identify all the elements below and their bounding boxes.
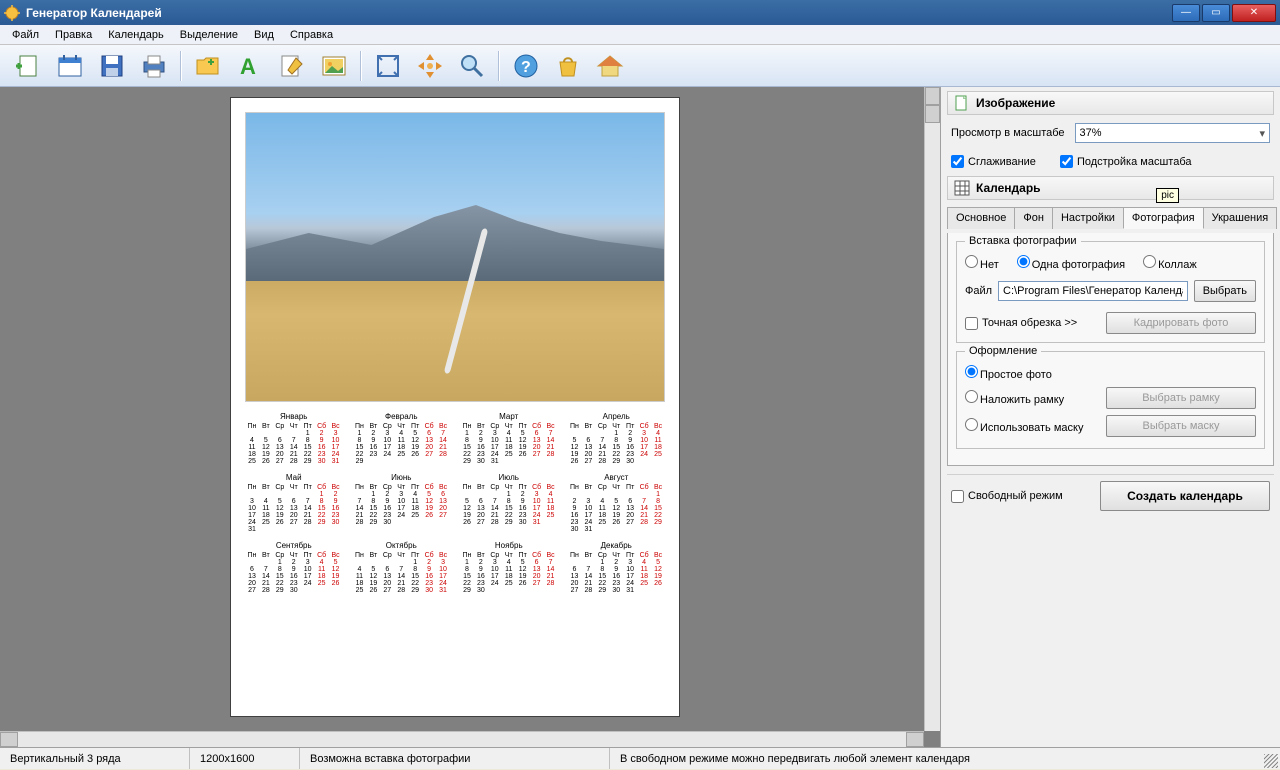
zoom-button[interactable] bbox=[452, 48, 492, 84]
side-panel: Изображение Просмотр в масштабе 37% Сгла… bbox=[940, 87, 1280, 747]
vertical-scrollbar[interactable] bbox=[924, 87, 940, 731]
calendar-section-header: Календарь bbox=[947, 176, 1274, 200]
tab-decorations[interactable]: Украшения bbox=[1203, 207, 1278, 229]
folder-icon bbox=[194, 52, 222, 80]
save-icon bbox=[98, 52, 126, 80]
menu-bar: Файл Правка Календарь Выделение Вид Спра… bbox=[0, 25, 1280, 45]
image-button[interactable] bbox=[314, 48, 354, 84]
move-button[interactable] bbox=[410, 48, 450, 84]
calendar-tool-button[interactable] bbox=[50, 48, 90, 84]
calendar-icon bbox=[56, 52, 84, 80]
insert-group-title: Вставка фотографии bbox=[965, 235, 1081, 247]
radio-apply-frame[interactable]: Наложить рамку bbox=[965, 390, 1064, 406]
calendar-grid: ЯнварьПнВтСрЧтПтСбВс12345678910111213141… bbox=[245, 412, 665, 594]
insert-photo-group: Вставка фотографии Нет Одна фотография К… bbox=[956, 241, 1265, 343]
menu-calendar[interactable]: Календарь bbox=[100, 27, 172, 43]
radio-none[interactable]: Нет bbox=[965, 255, 999, 271]
fit-button[interactable] bbox=[368, 48, 408, 84]
style-group-title: Оформление bbox=[965, 345, 1041, 357]
calendar-section-title: Календарь bbox=[976, 181, 1041, 195]
tab-settings[interactable]: Настройки bbox=[1052, 207, 1124, 229]
title-bar: Генератор Календарей — ▭ ✕ bbox=[0, 0, 1280, 25]
menu-edit[interactable]: Правка bbox=[47, 27, 100, 43]
new-button[interactable] bbox=[8, 48, 48, 84]
choose-mask-button[interactable]: Выбрать маску bbox=[1106, 415, 1256, 437]
close-button[interactable]: ✕ bbox=[1232, 4, 1276, 22]
svg-text:A: A bbox=[240, 54, 256, 79]
free-mode-checkbox[interactable]: Свободный режим bbox=[951, 490, 1063, 503]
radio-use-mask[interactable]: Использовать маску bbox=[965, 418, 1083, 434]
window-controls: — ▭ ✕ bbox=[1172, 4, 1276, 22]
antialias-checkbox[interactable]: Сглаживание bbox=[951, 155, 1036, 168]
tabs: Основное Фон Настройки Фотография Украше… bbox=[947, 206, 1274, 229]
menu-help[interactable]: Справка bbox=[282, 27, 341, 43]
help-icon: ? bbox=[512, 52, 540, 80]
crop-button[interactable]: Кадрировать фото bbox=[1106, 312, 1256, 334]
calendar-photo bbox=[245, 112, 665, 402]
canvas-area[interactable]: ЯнварьПнВтСрЧтПтСбВс12345678910111213141… bbox=[0, 87, 940, 747]
new-icon bbox=[14, 52, 42, 80]
exact-crop-checkbox[interactable]: Точная обрезка >> bbox=[965, 317, 1077, 330]
tab-main[interactable]: Основное bbox=[947, 207, 1015, 229]
edit-icon bbox=[278, 52, 306, 80]
menu-view[interactable]: Вид bbox=[246, 27, 282, 43]
maximize-button[interactable]: ▭ bbox=[1202, 4, 1230, 22]
page-icon bbox=[954, 95, 970, 111]
tab-photo[interactable]: Фотография bbox=[1123, 207, 1204, 229]
svg-text:?: ? bbox=[521, 59, 531, 76]
status-bar: Вертикальный 3 ряда 1200x1600 Возможна в… bbox=[0, 747, 1280, 769]
fit-scale-checkbox[interactable]: Подстройка масштаба bbox=[1060, 155, 1192, 168]
style-group: Оформление Простое фото Наложить рамку В… bbox=[956, 351, 1265, 449]
print-button[interactable] bbox=[134, 48, 174, 84]
image-section-header: Изображение bbox=[947, 91, 1274, 115]
file-label: Файл bbox=[965, 285, 992, 297]
image-section-title: Изображение bbox=[976, 96, 1055, 110]
save-button[interactable] bbox=[92, 48, 132, 84]
text-icon: A bbox=[236, 52, 264, 80]
create-calendar-button[interactable]: Создать календарь bbox=[1100, 481, 1270, 511]
choose-frame-button[interactable]: Выбрать рамку bbox=[1106, 387, 1256, 409]
minimize-button[interactable]: — bbox=[1172, 4, 1200, 22]
app-title: Генератор Календарей bbox=[26, 6, 162, 20]
browse-button[interactable]: Выбрать bbox=[1194, 280, 1256, 302]
help-button[interactable]: ? bbox=[506, 48, 546, 84]
text-button[interactable]: A bbox=[230, 48, 270, 84]
folder-button[interactable] bbox=[188, 48, 228, 84]
menu-selection[interactable]: Выделение bbox=[172, 27, 246, 43]
zoom-icon bbox=[458, 52, 486, 80]
menu-file[interactable]: Файл bbox=[4, 27, 47, 43]
app-icon bbox=[4, 5, 20, 21]
tab-content: Вставка фотографии Нет Одна фотография К… bbox=[947, 233, 1274, 466]
pic-tooltip: pic bbox=[1156, 188, 1179, 203]
resize-grip[interactable] bbox=[1264, 754, 1278, 768]
shop-icon bbox=[554, 52, 582, 80]
shop-button[interactable] bbox=[548, 48, 588, 84]
print-icon bbox=[140, 52, 168, 80]
toolbar: A ? bbox=[0, 45, 1280, 87]
main-area: ЯнварьПнВтСрЧтПтСбВс12345678910111213141… bbox=[0, 87, 1280, 747]
status-layout: Вертикальный 3 ряда bbox=[0, 748, 190, 769]
home-icon bbox=[596, 52, 624, 80]
home-button[interactable] bbox=[590, 48, 630, 84]
zoom-label: Просмотр в масштабе bbox=[951, 127, 1065, 139]
fit-icon bbox=[374, 52, 402, 80]
radio-simple-photo[interactable]: Простое фото bbox=[965, 365, 1052, 381]
status-size: 1200x1600 bbox=[190, 748, 300, 769]
image-icon bbox=[320, 52, 348, 80]
move-icon bbox=[416, 52, 444, 80]
status-photo-hint: Возможна вставка фотографии bbox=[300, 748, 610, 769]
file-path-input[interactable] bbox=[998, 281, 1188, 301]
edit-button[interactable] bbox=[272, 48, 312, 84]
calendar-preview[interactable]: ЯнварьПнВтСрЧтПтСбВс12345678910111213141… bbox=[230, 97, 680, 717]
grid-icon bbox=[954, 180, 970, 196]
status-free-hint: В свободном режиме можно передвигать люб… bbox=[610, 748, 1280, 769]
horizontal-scrollbar[interactable] bbox=[0, 731, 924, 747]
radio-collage[interactable]: Коллаж bbox=[1143, 255, 1197, 271]
tab-background[interactable]: Фон bbox=[1014, 207, 1053, 229]
radio-one-photo[interactable]: Одна фотография bbox=[1017, 255, 1125, 271]
zoom-select[interactable]: 37% bbox=[1075, 123, 1270, 143]
